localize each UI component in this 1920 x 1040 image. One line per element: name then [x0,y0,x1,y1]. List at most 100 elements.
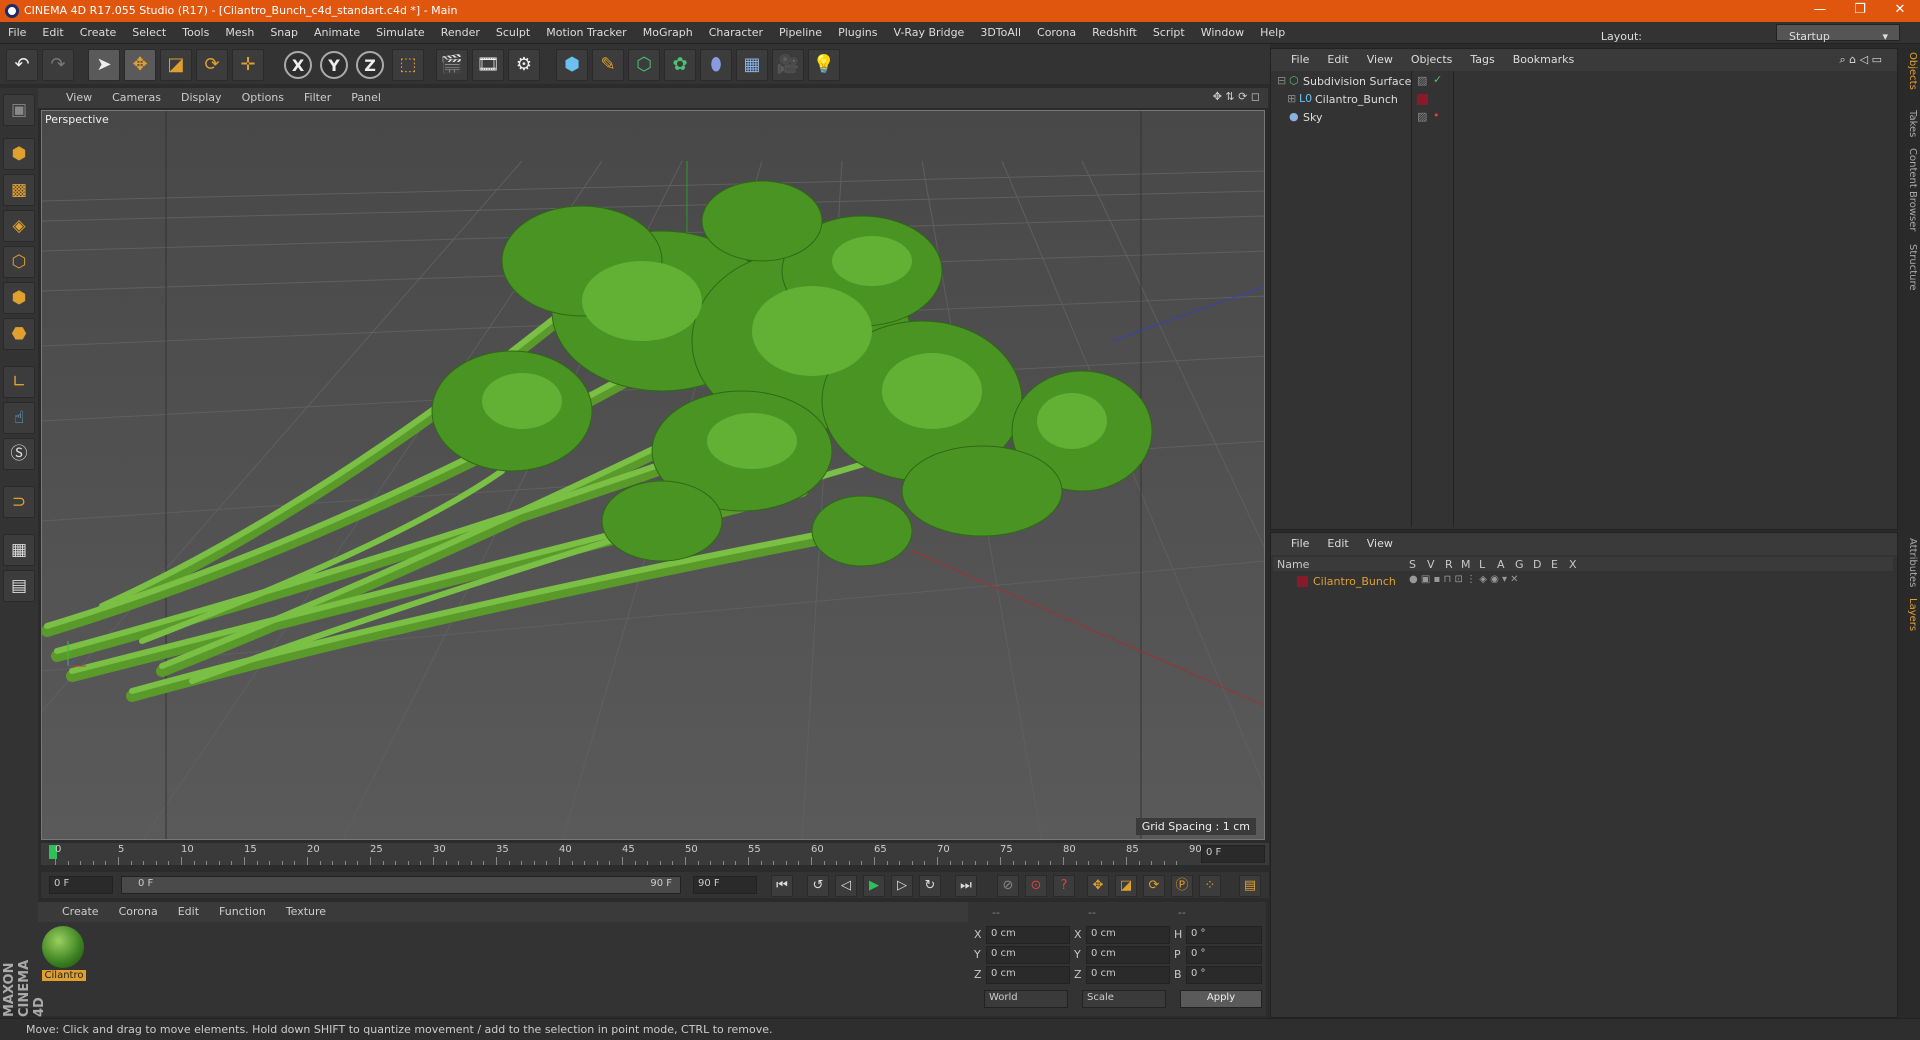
mat-menu-texture[interactable]: Texture [276,902,336,918]
magnet-button[interactable]: ⊃ [3,486,35,518]
camera-object-button[interactable]: 🎥 [772,49,804,81]
workplane-lock-button[interactable]: ▦ [3,534,35,566]
size-z-field[interactable]: 0 cm [1086,966,1170,984]
snap-button[interactable]: Ⓢ [3,438,35,470]
search-icon[interactable]: ⌕ ⌂ ◁ ▭ [1831,49,1892,67]
menu-simulate[interactable]: Simulate [368,22,433,39]
tab-layers[interactable]: Layers [1900,598,1918,631]
end-frame-field[interactable]: 90 F [693,876,757,894]
layer-toggle-icons[interactable]: ● ▣ ▪ ⊓ ⊡ ⋮ ◈ ◉ ▾ ✕ [1409,574,1519,585]
workplane-mode-button[interactable]: ◈ [3,210,35,242]
mat-menu-corona[interactable]: Corona [109,902,168,918]
record-keys-button[interactable]: ⊘ [997,875,1019,897]
viewport-nav-icons[interactable]: ✥ ⇅ ⟳ ◻ [1211,88,1262,105]
menu-redshift[interactable]: Redshift [1084,22,1145,39]
obj-menu-view[interactable]: View [1358,49,1402,66]
tab-takes[interactable]: Takes [1900,110,1918,137]
key-parameter-button[interactable]: Ⓟ [1171,875,1193,897]
transform-tool-button[interactable]: ✛ [232,49,264,81]
obj-menu-edit[interactable]: Edit [1318,49,1357,66]
subdivision-surface-button[interactable]: ⬡ [628,49,660,81]
menu-tools[interactable]: Tools [174,22,217,39]
enabled-check-icon[interactable]: ✓ [1433,73,1442,86]
menu-window[interactable]: Window [1193,22,1252,39]
position-z-field[interactable]: 0 cm [986,966,1070,984]
menu-script[interactable]: Script [1145,22,1193,39]
auto-keying-button[interactable]: ⊙ [1025,875,1047,897]
range-slider[interactable]: 0 F 90 F [121,876,681,894]
planar-workplane-button[interactable]: ▤ [3,570,35,602]
close-button[interactable]: ✕ [1880,2,1920,20]
vp-menu-panel[interactable]: Panel [341,88,391,104]
layer-menu-view[interactable]: View [1358,533,1402,550]
material-item[interactable]: Cilantro [42,926,86,984]
minimize-button[interactable]: — [1800,2,1840,20]
perspective-viewport[interactable]: Perspective Grid Spacing : 1 cm [41,110,1265,840]
polygons-mode-button[interactable]: ⬣ [3,318,35,350]
menu-3dtoall[interactable]: 3DToAll [972,22,1029,39]
model-mode-button[interactable]: ⬢ [3,138,35,170]
vp-menu-filter[interactable]: Filter [294,88,341,104]
play-button[interactable]: ▶ [863,875,885,897]
tab-structure[interactable]: Structure [1900,244,1918,291]
layer-menu-edit[interactable]: Edit [1318,533,1357,550]
restore-button[interactable]: ❐ [1840,2,1880,20]
menu-snap[interactable]: Snap [262,22,306,39]
rotation-b-field[interactable]: 0 ° [1186,966,1262,984]
key-rotation-button[interactable]: ⟳ [1143,875,1165,897]
layer-row-cilantro-bunch[interactable]: Cilantro_Bunch ● ▣ ▪ ⊓ ⊡ ⋮ ◈ ◉ ▾ ✕ [1273,573,1893,591]
axis-mode-button[interactable]: ∟ [3,366,35,398]
menu-pipeline[interactable]: Pipeline [771,22,830,39]
next-frame-button[interactable]: ▷ [891,875,913,897]
coordinate-system-button[interactable]: ⬚ [392,49,424,81]
move-tool-button[interactable]: ✥ [124,49,156,81]
cloner-button[interactable]: ✿ [664,49,696,81]
menu-render[interactable]: Render [433,22,488,39]
go-to-start-button[interactable]: ⏮ [771,875,793,897]
menu-vray-bridge[interactable]: V-Ray Bridge [885,22,972,39]
tab-objects[interactable]: Objects [1900,52,1918,90]
menu-select[interactable]: Select [124,22,174,39]
mat-menu-edit[interactable]: Edit [168,902,209,918]
world-select[interactable]: World [984,990,1068,1008]
position-x-field[interactable]: 0 cm [986,926,1070,944]
mat-menu-create[interactable]: Create [38,902,109,918]
vp-menu-view[interactable]: View [38,88,102,104]
menu-plugins[interactable]: Plugins [830,22,885,39]
key-point-level-button[interactable]: ⁘ [1199,875,1221,897]
menu-edit[interactable]: Edit [34,22,71,39]
rotation-h-field[interactable]: 0 ° [1186,926,1262,944]
render-picture-viewer-button[interactable]: 🎞 [472,49,504,81]
object-row-sky[interactable]: ● Sky ▨ • [1273,109,1893,127]
undo-button[interactable]: ↶ [6,49,38,81]
obj-menu-objects[interactable]: Objects [1402,49,1462,66]
position-y-field[interactable]: 0 cm [986,946,1070,964]
rotate-tool-button[interactable]: ⟳ [196,49,228,81]
rotation-p-field[interactable]: 0 ° [1186,946,1262,964]
tab-content-browser[interactable]: Content Browser [1900,148,1918,231]
menu-create[interactable]: Create [72,22,125,39]
points-mode-button[interactable]: ⬡ [3,246,35,278]
menu-file[interactable]: File [0,22,34,39]
visibility-dot-icon[interactable]: • [1433,109,1440,122]
keyframe-selection-button[interactable]: ? [1053,875,1075,897]
start-frame-field[interactable]: 0 F [49,876,113,894]
deformer-button[interactable]: ⬮ [700,49,732,81]
expand-icon[interactable]: ⊟ [1277,74,1286,87]
y-axis-lock-button[interactable]: Y [320,51,348,79]
obj-menu-bookmarks[interactable]: Bookmarks [1504,49,1583,66]
redo-button[interactable]: ↷ [42,49,74,81]
mat-menu-function[interactable]: Function [209,902,276,918]
menu-character[interactable]: Character [701,22,771,39]
vp-menu-display[interactable]: Display [171,88,232,104]
tab-attributes[interactable]: Attributes [1900,538,1918,587]
apply-button[interactable]: Apply [1180,990,1262,1008]
render-view-button[interactable]: 🎬 [436,49,468,81]
obj-menu-tags[interactable]: Tags [1461,49,1503,66]
cube-object-button[interactable]: ⬢ [556,49,588,81]
tweak-mode-button[interactable]: ☝ [3,402,35,434]
key-position-button[interactable]: ✥ [1087,875,1109,897]
select-arrow-button[interactable]: ➤ [88,49,120,81]
menu-corona[interactable]: Corona [1029,22,1084,39]
object-row-subdivision-surface[interactable]: ⊟ ⬡ Subdivision Surface ▨ ✓ [1273,73,1893,91]
